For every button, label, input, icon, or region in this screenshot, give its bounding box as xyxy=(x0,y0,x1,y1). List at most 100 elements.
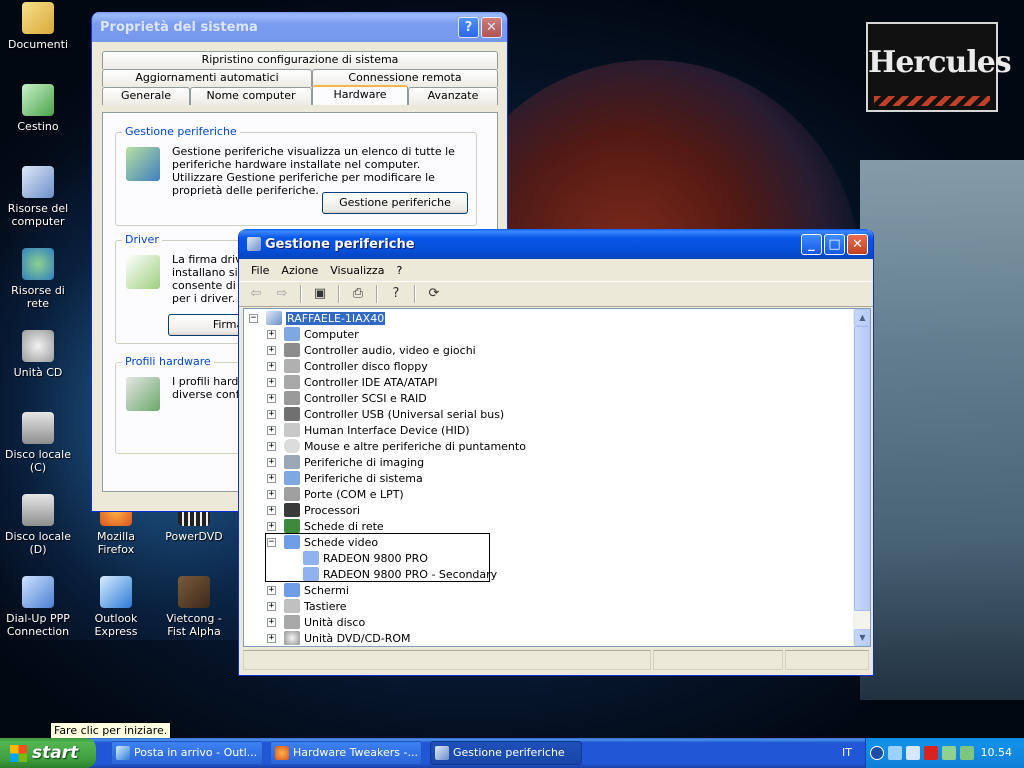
desktop-icon-my-computer[interactable]: Risorse del computer xyxy=(0,166,76,228)
expand-icon[interactable]: + xyxy=(267,345,276,355)
windows-logo-icon xyxy=(10,745,27,762)
expand-icon[interactable]: + xyxy=(267,617,276,627)
hid-icon xyxy=(284,423,300,437)
expand-icon[interactable]: + xyxy=(267,585,276,595)
tree-node[interactable]: + Computer xyxy=(267,326,359,342)
system-properties-titlebar[interactable]: Proprietà del sistema ? ✕ xyxy=(92,12,507,42)
tree-node[interactable]: + Unità DVD/CD-ROM xyxy=(267,630,411,646)
minimize-button[interactable]: _ xyxy=(801,233,822,255)
tab-advanced[interactable]: Avanzate xyxy=(408,87,498,105)
tree-node[interactable]: + Schede di rete xyxy=(267,518,384,534)
hercules-logo: Hercules xyxy=(866,22,1012,112)
forward-icon[interactable]: ⇨ xyxy=(271,284,293,304)
tree-node[interactable]: + Periferiche di sistema xyxy=(267,470,423,486)
expand-icon[interactable]: + xyxy=(267,489,276,499)
desktop-icon-disk-c[interactable]: Disco locale (C) xyxy=(0,412,76,474)
volume-tray-icon[interactable] xyxy=(906,746,920,760)
menu-help[interactable]: ? xyxy=(390,264,408,277)
show-hidden-icons-icon[interactable] xyxy=(870,746,884,760)
close-button[interactable]: ✕ xyxy=(847,233,868,255)
expand-icon[interactable]: + xyxy=(267,505,276,515)
sound-icon xyxy=(284,343,300,357)
desktop-icon-dialup[interactable]: Dial-Up PPP Connection xyxy=(0,576,76,638)
tree-root[interactable]: − RAFFAELE-1IAX40 xyxy=(249,310,386,326)
scsi-icon xyxy=(284,391,300,405)
tab-automatic-updates[interactable]: Aggiornamenti automatici xyxy=(102,69,312,87)
disk-icon xyxy=(284,615,300,629)
tree-node[interactable]: + Schermi xyxy=(267,582,349,598)
root-label: RAFFAELE-1IAX40 xyxy=(286,311,386,325)
menu-file[interactable]: File xyxy=(245,264,275,277)
tree-node[interactable]: + Unità disco xyxy=(267,614,365,630)
device-manager-button[interactable]: Gestione periferiche xyxy=(322,192,468,214)
show-hide-console-tree-icon[interactable]: ▣ xyxy=(309,284,331,304)
menu-action[interactable]: Azione xyxy=(275,264,324,277)
expand-icon[interactable]: + xyxy=(267,601,276,611)
expand-icon[interactable]: + xyxy=(267,473,276,483)
scroll-up-icon[interactable]: ▲ xyxy=(854,309,870,326)
network-tray-icon[interactable] xyxy=(888,746,902,760)
device-manager-titlebar[interactable]: Gestione periferiche _ □ ✕ xyxy=(239,229,873,259)
vertical-scrollbar[interactable]: ▲ ▼ xyxy=(853,309,870,646)
tab-hardware[interactable]: Hardware xyxy=(312,85,408,105)
clock[interactable]: 10.54 xyxy=(981,738,1013,768)
scan-hardware-icon[interactable]: ⟳ xyxy=(423,284,445,304)
start-button[interactable]: start xyxy=(0,738,96,768)
dvd-drive-icon xyxy=(22,330,54,362)
desktop-icon-vietcong[interactable]: Vietcong - Fist Alpha xyxy=(156,576,232,638)
expand-icon[interactable]: + xyxy=(267,633,276,643)
toolbar-separator xyxy=(414,285,416,303)
usb-tray-icon[interactable] xyxy=(942,746,956,760)
device-tree-pane[interactable]: − RAFFAELE-1IAX40 + Computer + Controller a… xyxy=(243,308,871,647)
close-button[interactable]: ✕ xyxy=(481,16,502,38)
device-manager-window[interactable]: Gestione periferiche _ □ ✕ File Azione V… xyxy=(238,229,874,676)
menu-view[interactable]: Visualizza xyxy=(324,264,390,277)
update-tray-icon[interactable] xyxy=(960,746,974,760)
desktop-icon-disk-d[interactable]: Disco locale (D) xyxy=(0,494,76,556)
taskbar-item-outlook[interactable]: Posta in arrivo - Outl... xyxy=(111,741,263,765)
tree-node[interactable]: + Periferiche di imaging xyxy=(267,454,424,470)
print-icon[interactable]: ⎙ xyxy=(347,284,369,304)
tree-node[interactable]: + Tastiere xyxy=(267,598,347,614)
tree-node[interactable]: + Processori xyxy=(267,502,360,518)
help-button[interactable]: ? xyxy=(458,16,479,38)
tab-general[interactable]: Generale xyxy=(102,87,190,105)
tree-node[interactable]: + Porte (COM e LPT) xyxy=(267,486,404,502)
back-icon[interactable]: ⇦ xyxy=(245,284,267,304)
expand-icon[interactable]: + xyxy=(267,521,276,531)
expand-icon[interactable]: + xyxy=(267,425,276,435)
desktop-icon-recycle-bin[interactable]: Cestino xyxy=(0,84,76,133)
taskbar-item-device-manager[interactable]: Gestione periferiche xyxy=(430,741,582,765)
desktop-icon-outlook[interactable]: Outlook Express xyxy=(78,576,154,638)
expand-icon[interactable]: + xyxy=(267,329,276,339)
tab-system-restore[interactable]: Ripristino configurazione di sistema xyxy=(102,51,498,69)
scroll-thumb[interactable] xyxy=(854,326,870,611)
tree-node[interactable]: + Controller disco floppy xyxy=(267,358,428,374)
expand-icon[interactable]: + xyxy=(267,457,276,467)
folder-icon xyxy=(22,2,54,34)
help-icon[interactable]: ? xyxy=(385,284,407,304)
expand-icon[interactable]: + xyxy=(267,441,276,451)
expand-icon[interactable]: + xyxy=(267,361,276,371)
tree-node[interactable]: + Controller IDE ATA/ATAPI xyxy=(267,374,437,390)
maximize-button[interactable]: □ xyxy=(824,233,845,255)
tab-computer-name[interactable]: Nome computer xyxy=(190,87,312,105)
expand-icon[interactable]: + xyxy=(267,377,276,387)
tree-node[interactable]: + Controller SCSI e RAID xyxy=(267,390,427,406)
expand-icon[interactable]: + xyxy=(267,409,276,419)
desktop-icon-network[interactable]: Risorse di rete xyxy=(0,248,76,310)
group-title: Gestione periferiche xyxy=(122,125,240,138)
language-indicator[interactable]: IT xyxy=(842,738,862,768)
network-icon xyxy=(22,248,54,280)
expand-icon[interactable]: + xyxy=(267,393,276,403)
tree-node[interactable]: + Controller audio, video e giochi xyxy=(267,342,476,358)
collapse-icon[interactable]: − xyxy=(249,313,258,323)
taskbar-item-firefox[interactable]: Hardware Tweakers -... xyxy=(270,741,422,765)
desktop-icon-cd-drive[interactable]: Unità CD xyxy=(0,330,76,379)
tree-node[interactable]: + Mouse e altre periferiche di puntamento xyxy=(267,438,526,454)
tree-node[interactable]: + Controller USB (Universal serial bus) xyxy=(267,406,504,422)
scroll-down-icon[interactable]: ▼ xyxy=(854,629,870,646)
tree-node[interactable]: + Human Interface Device (HID) xyxy=(267,422,470,438)
ati-tray-icon[interactable] xyxy=(924,746,938,760)
desktop-icon-documents[interactable]: Documenti xyxy=(0,2,76,51)
